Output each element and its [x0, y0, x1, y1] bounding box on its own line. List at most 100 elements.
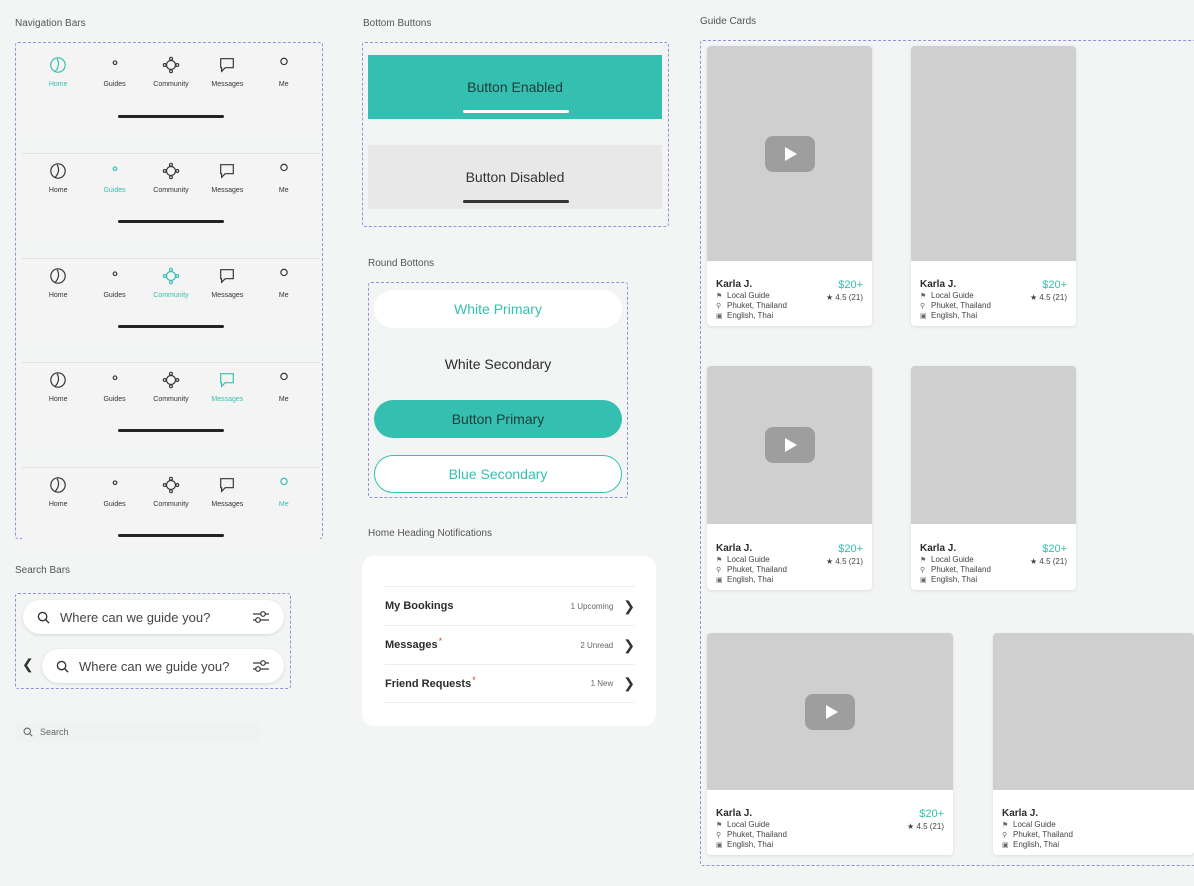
home-indicator [118, 534, 224, 537]
nav-item-label: Me [278, 292, 289, 299]
nav-item-me[interactable]: Me [256, 267, 312, 299]
location-pin-icon: ⚲ [716, 831, 722, 839]
play-icon[interactable] [764, 135, 815, 172]
guide-rating: ★ 4.5 (21) [907, 822, 944, 831]
nav-item-me[interactable]: Me [256, 56, 312, 88]
notification-row-friend-requests[interactable]: Friend Requests * 1 New ❯ [385, 664, 635, 703]
search-icon [37, 611, 50, 624]
button-disabled-indicator [463, 200, 569, 203]
nav-item-label: Community [153, 187, 189, 194]
nav-item-guides[interactable]: Guides [87, 162, 143, 194]
nav-item-home[interactable]: Home [30, 476, 86, 508]
button-disabled[interactable]: Button Disabled [368, 145, 662, 209]
nav-item-label: Me [278, 396, 289, 403]
blue-secondary-button[interactable]: Blue Secondary [374, 455, 622, 493]
chevron-right-icon: ❯ [623, 597, 635, 614]
nav-item-guides[interactable]: Guides [87, 371, 143, 403]
guide-card[interactable]: Karla J. $20+ ★ 4.5 (21) ⚑ Local Guide ⚲ Phuke… [911, 366, 1076, 590]
guide-role: Local Guide [727, 820, 770, 829]
flag-icon: ⚑ [716, 292, 723, 300]
guide-card[interactable]: Karla J. $20+ ★ 4.5 (21) ⚑ Local Guide ⚲ Phuke… [707, 366, 872, 590]
location-pin-icon [106, 56, 124, 79]
filter-icon[interactable] [252, 609, 270, 625]
user-icon [275, 162, 293, 185]
guide-location: Phuket, Thailand [931, 301, 991, 310]
home-icon [49, 371, 67, 394]
chat-icon: ▣ [716, 576, 723, 584]
notification-row-bookings[interactable]: My Bookings 1 Upcoming ❯ [385, 586, 635, 625]
nav-item-label: Messages [211, 396, 244, 403]
guide-location: Phuket, Thailand [727, 830, 787, 839]
nav-item-me[interactable]: Me [256, 476, 312, 508]
nav-item-label: Guides [103, 396, 126, 403]
nav-item-community[interactable]: Community [143, 267, 199, 299]
small-search-bar[interactable]: Search [15, 722, 261, 742]
nav-item-guides[interactable]: Guides [87, 56, 143, 88]
notification-star: * [438, 636, 443, 646]
notification-title: Messages [385, 639, 438, 651]
nav-item-label: Home [48, 501, 68, 508]
nav-item-messages[interactable]: Messages [199, 56, 255, 88]
nav-item-home[interactable]: Home [30, 371, 86, 403]
flag-icon: ⚑ [716, 556, 723, 564]
nav-item-messages[interactable]: Messages [199, 267, 255, 299]
guide-card-image [911, 366, 1076, 524]
guide-card-image [911, 46, 1076, 261]
white-primary-button[interactable]: White Primary [374, 290, 622, 328]
play-icon[interactable] [764, 427, 815, 463]
guide-languages-line: ▣ English, Thai [920, 311, 1067, 320]
navigation-bars-title: Navigation Bars [15, 18, 86, 29]
back-chevron-icon[interactable]: ❮ [22, 656, 34, 673]
guide-languages: English, Thai [727, 575, 774, 584]
guide-name: Karla J. [1002, 808, 1039, 819]
nav-item-community[interactable]: Community [143, 371, 199, 403]
nav-item-home[interactable]: Home [30, 56, 86, 88]
nav-item-label: Home [48, 81, 68, 88]
guide-card-image [707, 366, 872, 524]
search-bar-with-back[interactable]: Where can we guide you? [42, 649, 284, 683]
guide-languages-line: ▣ English, Thai [716, 311, 863, 320]
nav-item-community[interactable]: Community [143, 162, 199, 194]
guide-card[interactable]: Karla J. $20+ ★ 4.5 (21) ⚑ Local Guide ⚲ Phuke… [911, 46, 1076, 326]
nav-item-community[interactable]: Community [143, 56, 199, 88]
nav-item-label: Messages [211, 292, 244, 299]
guide-card-info: Karla J. $20+ ★ 4.5 (21) ⚑ Local Guide ⚲ Phuke… [716, 279, 863, 320]
nav-item-guides[interactable]: Guides [87, 267, 143, 299]
nav-item-messages[interactable]: Messages [199, 162, 255, 194]
button-enabled[interactable]: Button Enabled [368, 55, 662, 119]
nav-item-community[interactable]: Community [143, 476, 199, 508]
guide-price: $20+ [919, 808, 944, 820]
guide-role: Local Guide [931, 291, 974, 300]
nav-item-guides[interactable]: Guides [87, 476, 143, 508]
filter-icon[interactable] [252, 658, 270, 674]
nav-item-label: Community [153, 396, 189, 403]
guide-card[interactable]: Karla J. $20+ ★ 4.5 (21) ⚑ Local Guide ⚲ Phuke… [707, 633, 953, 855]
nav-item-me[interactable]: Me [256, 371, 312, 403]
nav-bar: Home Guides Community Messages Me [22, 153, 320, 239]
white-secondary-button[interactable]: White Secondary [374, 345, 622, 383]
chat-icon: ▣ [920, 312, 927, 320]
play-icon[interactable] [805, 693, 855, 730]
nav-item-home[interactable]: Home [30, 267, 86, 299]
guide-role-line: ⚑ Local Guide [1002, 820, 1185, 829]
nav-bar: Home Guides Community Messages Me [22, 258, 320, 344]
guide-card-info: Karla J. $20+ ★ 4.5 (21) ⚑ Local Guide ⚲ Phuke… [920, 279, 1067, 320]
guide-card[interactable]: Karla J. ⚑ Local Guide ⚲ Phuket, Thailand ▣ En… [993, 633, 1194, 855]
guide-card[interactable]: Karla J. $20+ ★ 4.5 (21) ⚑ Local Guide ⚲ Phuke… [707, 46, 872, 326]
nav-item-messages[interactable]: Messages [199, 476, 255, 508]
chevron-right-icon: ❯ [623, 675, 635, 691]
guide-card-image [707, 633, 953, 790]
search-bar[interactable]: Where can we guide you? [23, 600, 284, 634]
nav-item-home[interactable]: Home [30, 162, 86, 194]
guide-rating: ★ 4.5 (21) [1030, 293, 1067, 302]
guide-location: Phuket, Thailand [1013, 830, 1073, 839]
notification-title: Friend Requests [385, 677, 472, 690]
chat-icon: ▣ [1002, 841, 1009, 849]
search-icon [56, 660, 69, 673]
notification-row-messages[interactable]: Messages * 2 Unread ❯ [385, 625, 635, 664]
nav-item-me[interactable]: Me [256, 162, 312, 194]
nav-item-messages[interactable]: Messages [199, 371, 255, 403]
button-primary[interactable]: Button Primary [374, 400, 622, 438]
nav-item-label: Community [153, 292, 189, 299]
guide-location-line: ⚲ Phuket, Thailand [716, 301, 863, 310]
